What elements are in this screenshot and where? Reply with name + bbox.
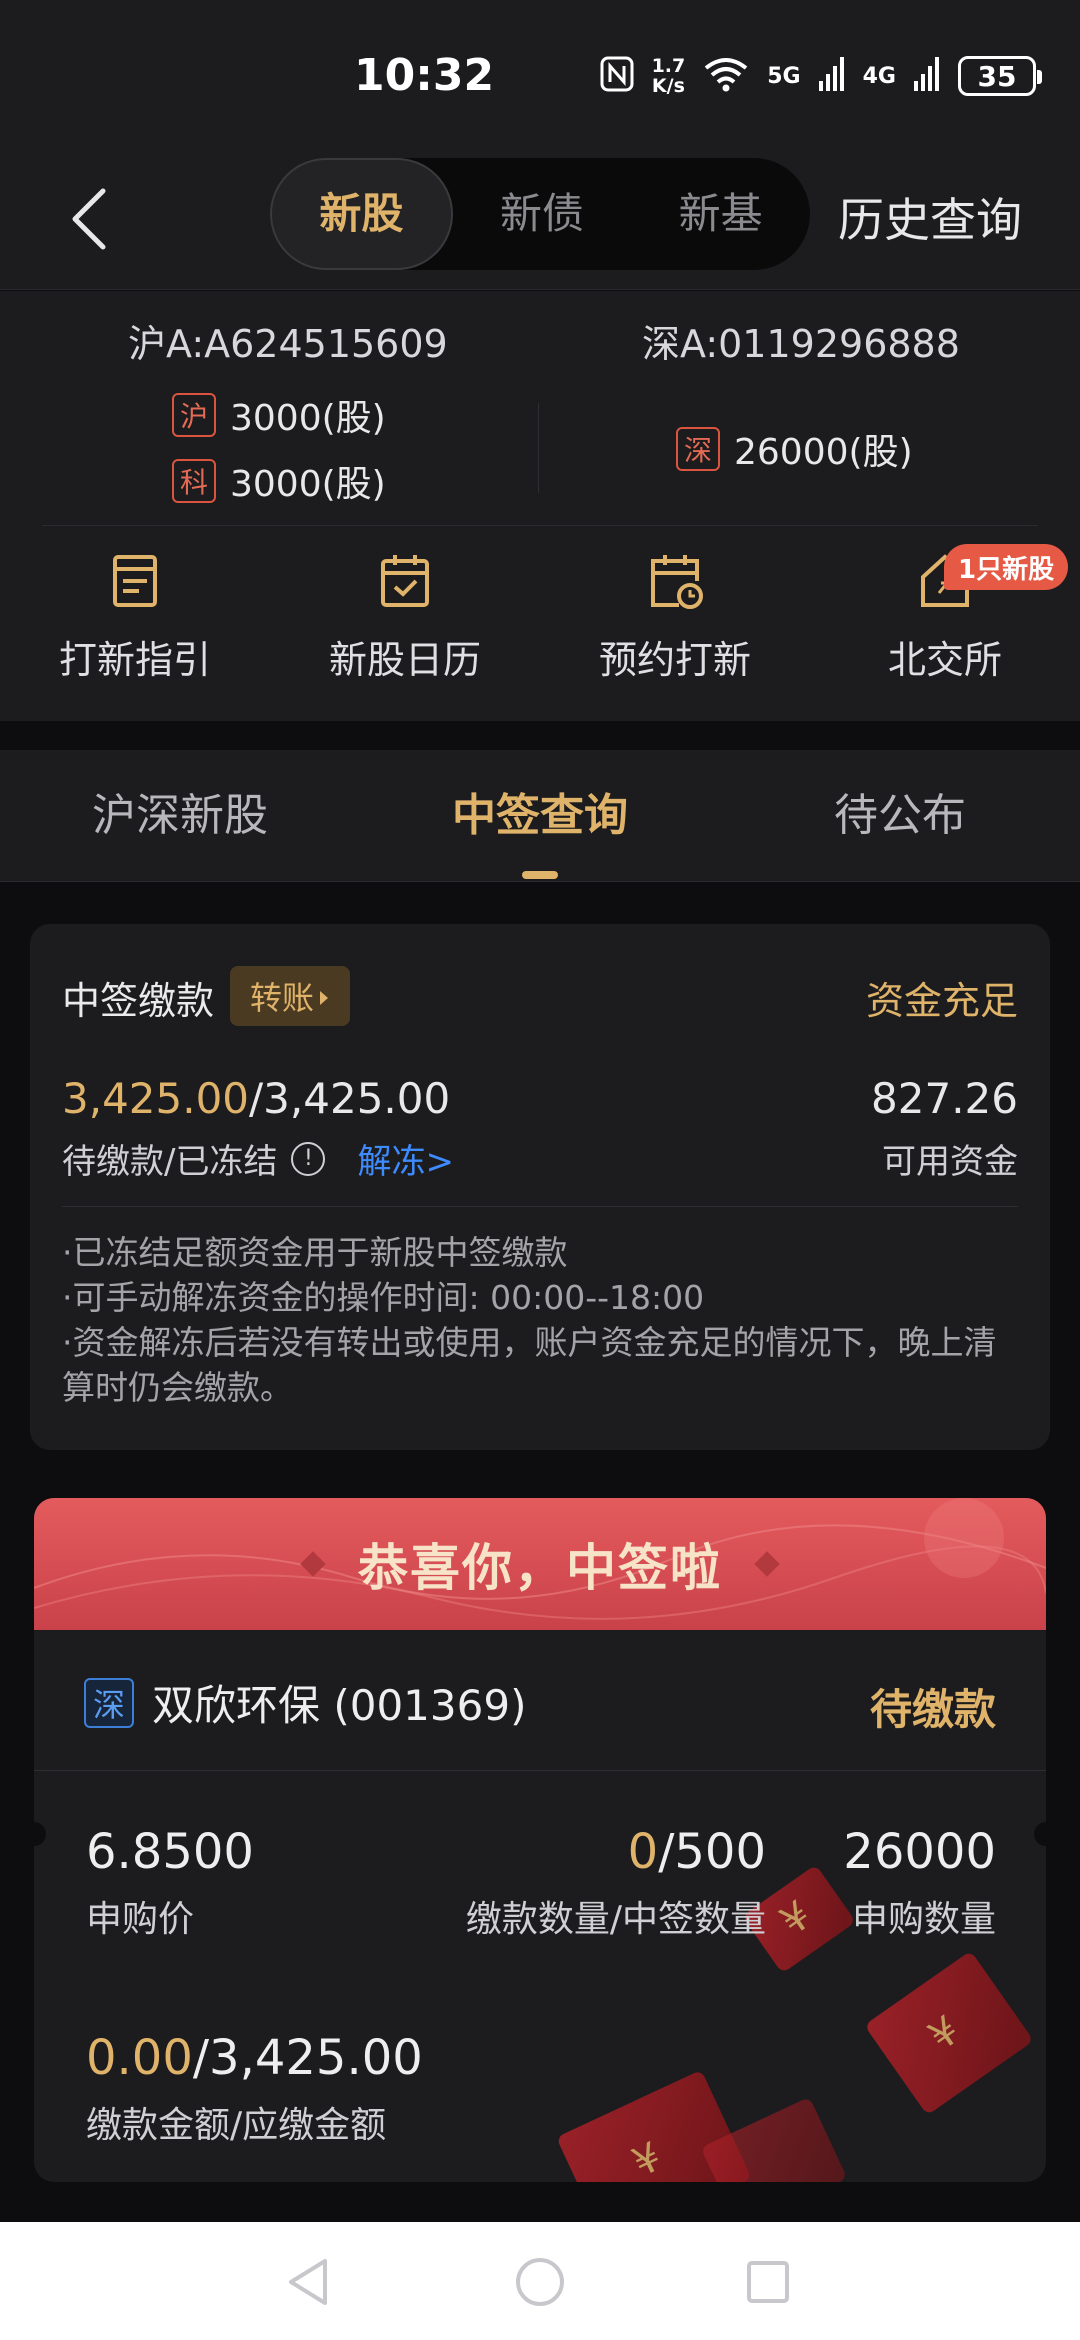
divider	[62, 1206, 1018, 1207]
due-amount: /3,425.00	[192, 2030, 423, 2086]
tab-bar: 沪深新股 中签查询 待公布	[0, 750, 1080, 882]
wifi-icon	[703, 56, 749, 96]
transfer-button[interactable]: 转账	[230, 966, 350, 1026]
note-line: ·可手动解冻资金的操作时间: 00:00--18:00	[62, 1278, 705, 1317]
calendar-clock-icon	[645, 551, 705, 611]
subscription-price: 6.8500	[86, 1824, 254, 1880]
apply-qty: 26000	[843, 1824, 996, 1880]
pending-frozen-amount: 3,425.00/3,425.00	[62, 1074, 450, 1123]
qty-label: 缴款数量/中签数量	[465, 1899, 766, 1940]
status-icons: 1.7 K/s 5G 4G 35	[600, 55, 1042, 97]
tab-hs-new-stocks[interactable]: 沪深新股	[0, 750, 360, 881]
net-speed: 1.7 K/s	[651, 55, 686, 97]
sz-account-label: 深A:0119296888	[642, 322, 960, 366]
tab-pending[interactable]: 待公布	[720, 750, 1080, 881]
amount-label: 待缴款/已冻结	[62, 1142, 278, 1182]
note-line: ·已冻结足额资金用于新股中签缴款	[62, 1233, 568, 1272]
shortcut-label: 新股日历	[328, 638, 481, 682]
segment-new-fund[interactable]: 新基	[631, 158, 810, 270]
available-funds: 827.26	[871, 1074, 1018, 1123]
pending-amount: 3,425.00	[62, 1074, 250, 1123]
new-stock-badge: 1只新股	[944, 544, 1069, 590]
history-query-link[interactable]: 历史查询	[838, 184, 1022, 250]
apply-qty-label: 申购数量	[851, 1899, 996, 1940]
congrats-banner: 恭喜你，中签啦	[34, 1498, 1046, 1630]
amount-label: 缴款金额/应缴金额	[86, 2105, 387, 2146]
subscription-price-label: 申购价	[86, 1899, 195, 1940]
nfc-icon	[600, 56, 634, 96]
nav-home-icon[interactable]	[510, 2252, 570, 2312]
market-tag-star: 科	[172, 459, 216, 503]
market-tag-sh: 沪	[172, 393, 216, 437]
caret-right-icon	[318, 977, 330, 1015]
shortcut-label: 北交所	[887, 638, 1002, 682]
funds-status: 资金充足	[865, 979, 1018, 1023]
shortcut-reserve[interactable]: 预约打新	[540, 549, 810, 699]
note-line: ·资金解冻后若没有转出或使用，账户资金充足的情况下，晚上清算时仍会缴款。	[62, 1323, 997, 1407]
divider	[42, 525, 1038, 526]
paid-won-qty: 0/500	[628, 1824, 766, 1880]
red-envelope-decoration	[700, 2096, 848, 2182]
shortcut-guide[interactable]: 打新指引	[0, 549, 270, 699]
shortcut-label: 预约打新	[598, 638, 751, 682]
status-bar: 10:32 1.7 K/s 5G 4G 35	[0, 0, 1080, 150]
signal-bars-icon	[914, 57, 940, 95]
market-tag-sz: 深	[676, 427, 720, 471]
banner-text: 恭喜你，中签啦	[358, 1539, 722, 1597]
payment-status: 待缴款	[869, 1685, 996, 1734]
shortcut-label: 打新指引	[58, 638, 211, 682]
paid-due-amount: 0.00/3,425.00	[86, 2030, 423, 2086]
nav-recents-icon[interactable]	[738, 2252, 798, 2312]
signal-5g: 5G	[767, 63, 801, 89]
status-time: 10:32	[354, 50, 495, 101]
stock-row[interactable]: 深 双欣环保 (001369)	[84, 1672, 526, 1733]
amount-label-row: 待缴款/已冻结 ! 解冻>	[62, 1134, 454, 1183]
top-navigation: 新股 新债 新基 历史查询	[0, 150, 1080, 290]
segment-control: 新股 新债 新基	[270, 158, 810, 270]
signal-4g: 4G	[862, 63, 896, 89]
calendar-check-icon	[375, 551, 435, 611]
won-qty: /500	[658, 1824, 766, 1880]
quota-sz: 深 26000(股)	[676, 423, 913, 475]
battery-indicator: 35	[958, 56, 1042, 96]
quota-value: 3000(股)	[230, 464, 386, 505]
account-panel: 沪A:A624515609 深A:0119296888 沪 3000(股) 科 …	[0, 291, 1080, 721]
payment-title: 中签缴款	[62, 979, 215, 1023]
system-nav-bar	[0, 2222, 1080, 2340]
payment-card: 中签缴款 转账 资金充足 3,425.00/3,425.00 待缴款/已冻结 !…	[30, 924, 1050, 1450]
unfreeze-link[interactable]: 解冻>	[357, 1134, 454, 1183]
frozen-amount: /3,425.00	[249, 1074, 451, 1123]
divider	[538, 403, 539, 493]
quota-star: 科 3000(股)	[172, 455, 386, 507]
quota-sh: 沪 3000(股)	[172, 389, 386, 441]
nav-back-icon[interactable]	[278, 2252, 338, 2312]
tab-lottery-query[interactable]: 中签查询	[360, 750, 720, 881]
signal-bars-icon	[818, 57, 845, 95]
lottery-result-card: 恭喜你，中签啦 深 双欣环保 (001369) 待缴款 ¥ ¥ ¥ 6.8500…	[34, 1498, 1046, 2182]
transfer-label: 转账	[249, 979, 314, 1017]
payment-notes: ·已冻结足额资金用于新股中签缴款 ·可手动解冻资金的操作时间: 00:00--1…	[62, 1230, 1022, 1410]
card-notch	[1034, 1822, 1058, 1846]
stock-name: 双欣环保 (001369)	[152, 1681, 527, 1730]
quota-value: 3000(股)	[230, 398, 386, 439]
back-icon[interactable]	[64, 184, 114, 254]
segment-new-bond[interactable]: 新债	[453, 158, 632, 270]
red-envelope-decoration: ¥	[864, 1950, 1034, 2116]
sh-account-label: 沪A:A624515609	[128, 322, 448, 366]
shortcut-row: 打新指引 新股日历 预约打新 北交所	[0, 549, 1080, 699]
quota-value: 26000(股)	[734, 432, 913, 473]
guide-doc-icon	[105, 551, 165, 611]
shortcut-calendar[interactable]: 新股日历	[270, 549, 540, 699]
market-tag-sz: 深	[84, 1677, 134, 1728]
card-notch	[22, 1822, 46, 1846]
segment-new-stock[interactable]: 新股	[270, 158, 453, 270]
paid-amount: 0.00	[86, 2030, 193, 2086]
divider	[34, 1770, 1046, 1771]
available-funds-label: 可用资金	[882, 1142, 1018, 1182]
info-icon[interactable]: !	[291, 1141, 326, 1176]
paid-qty: 0	[627, 1824, 659, 1880]
